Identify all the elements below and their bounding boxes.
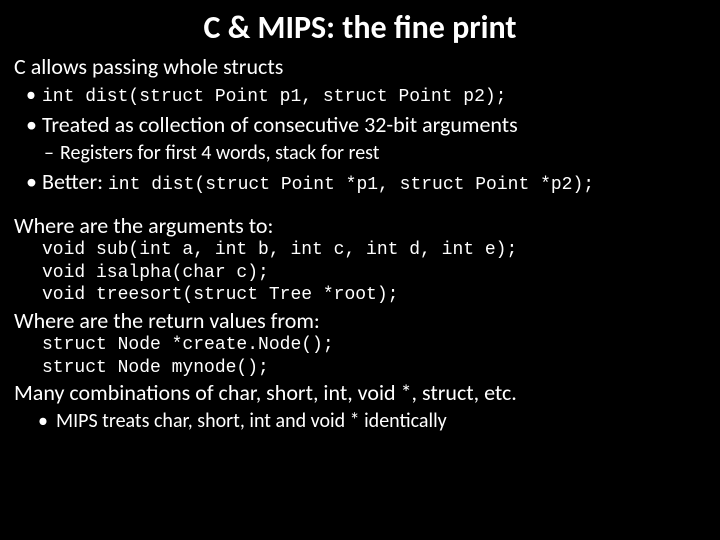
where-args-heading: Where are the arguments to: [14,212,706,240]
dash-registers: Registers for first 4 words, stack for r… [14,140,706,166]
slide-title: C & MIPS: the fine print [14,8,706,47]
bullet-dist-code: int dist(struct Point p1, struct Point p… [14,82,706,109]
code-isalpha: void isalpha(char c); [14,262,706,285]
code-sub: void sub(int a, int b, int c, int d, int… [14,239,706,262]
code-better: int dist(struct Point *p1, struct Point … [108,175,594,195]
bullet-mips-treats: MIPS treats char, short, int and void * … [14,408,706,434]
code-treesort: void treesort(struct Tree *root); [14,284,706,307]
line-c-allows: C allows passing whole structs [14,53,706,81]
bullet-better: Better: int dist(struct Point *p1, struc… [14,168,706,197]
better-label: Better: [42,168,108,195]
code-dist: int dist(struct Point p1, struct Point p… [42,87,506,107]
mips-treats-text: MIPS treats char, short, int and void * … [56,409,447,433]
many-combinations: Many combinations of char, short, int, v… [14,379,706,407]
code-create: struct Node *create.Node(); [14,334,706,357]
code-mynode: struct Node mynode(); [14,357,706,380]
bullet-treated: Treated as collection of consecutive 32-… [14,111,706,140]
where-ret-heading: Where are the return values from: [14,307,706,335]
